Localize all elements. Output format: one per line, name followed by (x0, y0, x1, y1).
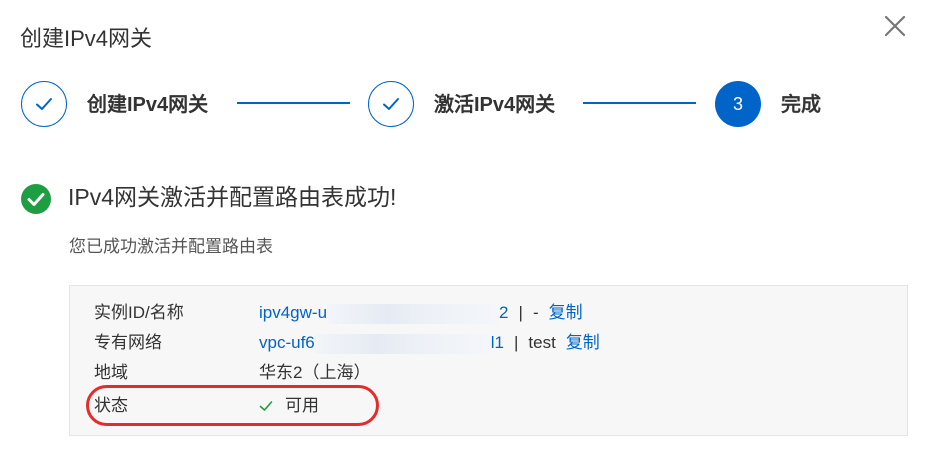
vpc-value: vpc-uf6 l1 | test 复制 (259, 330, 600, 356)
info-row-region: 地域 华东2（上海） (94, 360, 894, 386)
step-3-label: 完成 (781, 94, 821, 116)
step-1-indicator (21, 81, 67, 127)
success-icon (21, 184, 51, 214)
step-2-label: 激活IPv4网关 (434, 94, 556, 116)
result-title: IPv4网关激活并配置路由表成功! (68, 184, 397, 210)
check-icon (36, 98, 52, 110)
instance-id-link[interactable]: ipv4gw-u 2 (259, 300, 509, 326)
success-check-circle-icon (21, 184, 51, 214)
instance-id-suffix: 2 (499, 303, 509, 322)
steps-progress: 创建IPv4网关 激活IPv4网关 3 完成 (21, 81, 871, 131)
separator: | (513, 333, 519, 352)
instance-value: ipv4gw-u 2 | - 复制 (259, 300, 583, 326)
region-value: 华东2（上海） (259, 363, 371, 382)
check-icon (383, 98, 399, 110)
step-1-label: 创建IPv4网关 (87, 94, 209, 116)
masked-region (327, 303, 500, 324)
vpc-name: test (528, 333, 556, 352)
copy-vpc-button[interactable]: 复制 (566, 330, 600, 356)
step-2-indicator (368, 81, 414, 127)
step-3-indicator: 3 (715, 81, 761, 127)
vpc-id-prefix: vpc-uf6 (259, 333, 315, 352)
result-description: 您已成功激活并配置路由表 (69, 237, 273, 256)
close-icon (884, 15, 906, 37)
step-connector-2 (583, 102, 696, 104)
vpc-id-link[interactable]: vpc-uf6 l1 (259, 330, 504, 356)
separator: | (518, 303, 523, 322)
instance-id-prefix: ipv4gw-u (259, 303, 328, 322)
info-row-vpc: 专有网络 vpc-uf6 l1 | test 复制 (94, 330, 894, 356)
vpc-key: 专有网络 (94, 333, 162, 352)
dialog-title: 创建IPv4网关 (20, 26, 153, 51)
status-highlight-annotation (86, 385, 379, 426)
step-connector-1 (237, 102, 350, 104)
vpc-id-suffix: l1 (490, 333, 504, 352)
region-key: 地域 (94, 363, 128, 382)
masked-region (314, 333, 491, 354)
copy-instance-button[interactable]: 复制 (549, 300, 583, 326)
info-row-instance: 实例ID/名称 ipv4gw-u 2 | - 复制 (94, 300, 894, 326)
close-button[interactable] (880, 11, 910, 41)
instance-key: 实例ID/名称 (94, 303, 184, 322)
instance-name: - (532, 303, 539, 322)
